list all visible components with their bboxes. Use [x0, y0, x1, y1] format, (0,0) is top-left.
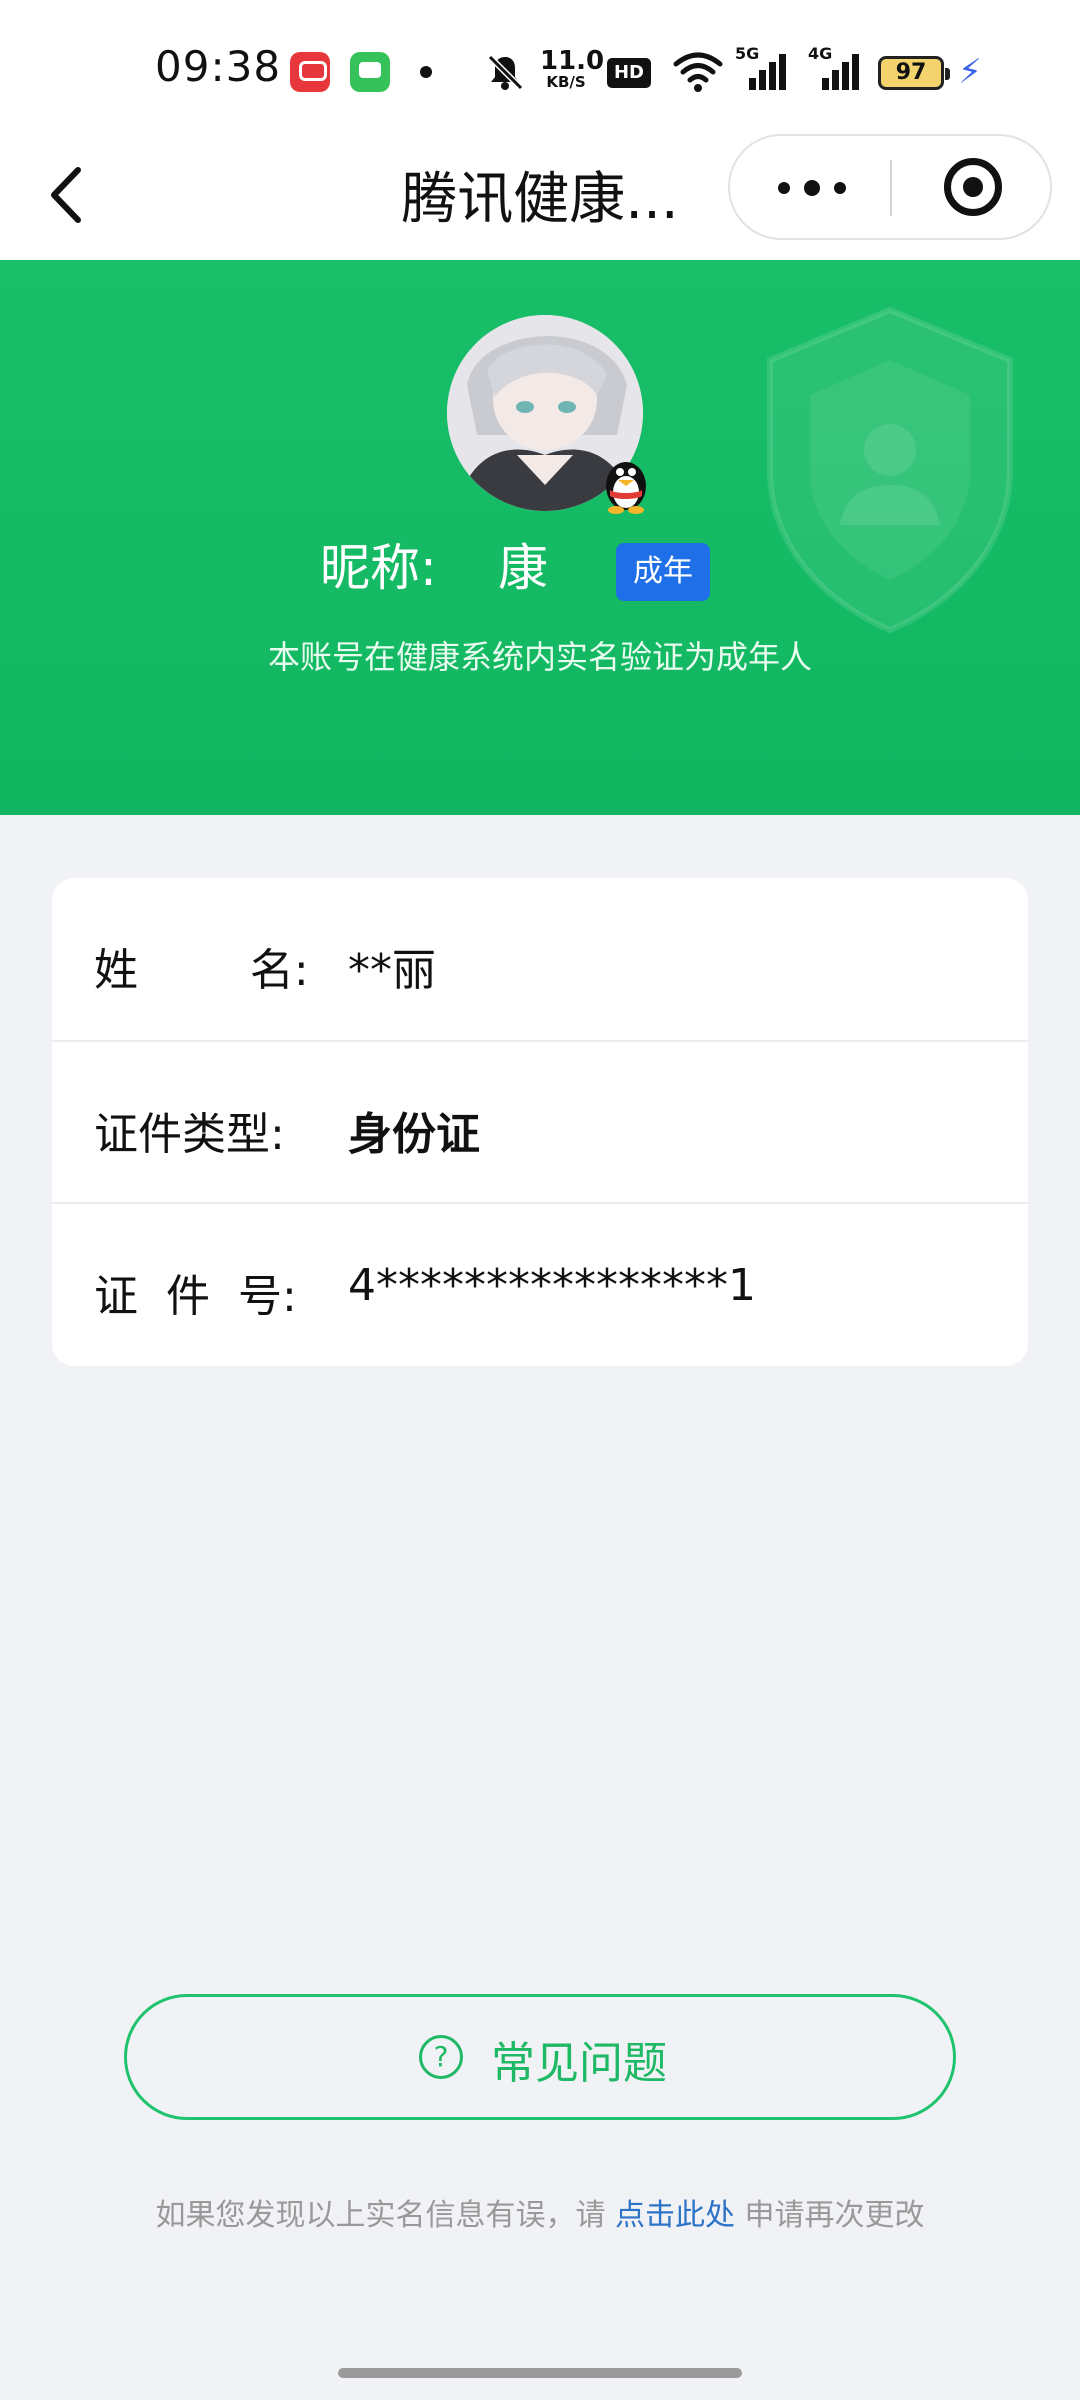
verification-description: 本账号在健康系统内实名验证为成年人	[267, 638, 812, 676]
correction-note: 如果您发现以上实名信息有误，请 点击此处 申请再次更改	[0, 2190, 1080, 2234]
status-bar: 09:38 11.0 KB/S HD 5G 4G 97 ⚡	[0, 0, 1080, 130]
click-here-link[interactable]: 点击此处	[615, 2198, 735, 2233]
name-label: 姓 名:	[94, 945, 309, 996]
question-circle-icon: ?	[419, 2035, 463, 2079]
more-dots-icon[interactable]	[778, 180, 848, 196]
close-target-icon[interactable]	[944, 158, 1002, 216]
info-row-name: 姓 名: **丽	[52, 878, 1028, 1040]
back-chevron-icon[interactable]	[40, 160, 100, 230]
mute-icon	[487, 54, 524, 91]
nickname-row: 昵称: 康	[0, 528, 1080, 598]
real-name-info-card: 姓 名: **丽 证件类型: 身份证 证 件 号: 4*************…	[52, 878, 1028, 1366]
nickname-value: 康	[498, 539, 548, 597]
id-number-value: 4****************1	[348, 1260, 756, 1311]
charging-icon: ⚡	[958, 52, 982, 92]
battery-icon: 97	[878, 56, 950, 90]
wifi-icon	[673, 52, 723, 92]
signal-5g-label: 5G	[735, 44, 760, 63]
network-speed: 11.0 KB/S	[540, 46, 605, 91]
mini-program-title-bar: 腾讯健康...	[0, 130, 1080, 260]
id-number-label: 证 件 号:	[94, 1271, 297, 1322]
name-value: **丽	[348, 945, 436, 996]
mini-program-capsule	[728, 134, 1052, 240]
info-row-id-type: 证件类型: 身份证	[52, 1040, 1028, 1204]
id-type-value: 身份证	[348, 1109, 480, 1160]
nickname-label: 昵称:	[320, 539, 437, 597]
correction-note-suffix: 申请再次更改	[735, 2198, 925, 2233]
faq-button[interactable]: ? 常见问题	[124, 1994, 956, 2120]
qq-penguin-icon	[606, 462, 646, 514]
network-speed-value: 11.0	[540, 46, 605, 76]
status-time: 09:38	[155, 42, 282, 91]
adult-badge: 成年	[616, 543, 710, 601]
id-type-label: 证件类型:	[94, 1109, 285, 1160]
faq-label: 常见问题	[491, 2038, 667, 2089]
network-speed-unit: KB/S	[546, 73, 586, 91]
signal-4g-label: 4G	[808, 44, 833, 63]
home-indicator[interactable]	[338, 2368, 742, 2378]
profile-header: 昵称: 康 成年 本账号在健康系统内实名验证为成年人	[0, 260, 1080, 815]
signal-5g-icon: 5G	[735, 44, 791, 96]
correction-note-prefix: 如果您发现以上实名信息有误，请	[155, 2198, 615, 2233]
capsule-divider	[890, 160, 892, 216]
info-row-id-number: 证 件 号: 4****************1	[52, 1202, 1028, 1366]
hd-voice-icon: HD	[607, 58, 651, 88]
more-notifications-dot-icon	[420, 66, 432, 78]
app-notification-icon	[290, 52, 330, 92]
page-title: 腾讯健康...	[401, 167, 679, 232]
message-notification-icon	[350, 52, 390, 92]
signal-4g-icon: 4G	[808, 44, 864, 96]
